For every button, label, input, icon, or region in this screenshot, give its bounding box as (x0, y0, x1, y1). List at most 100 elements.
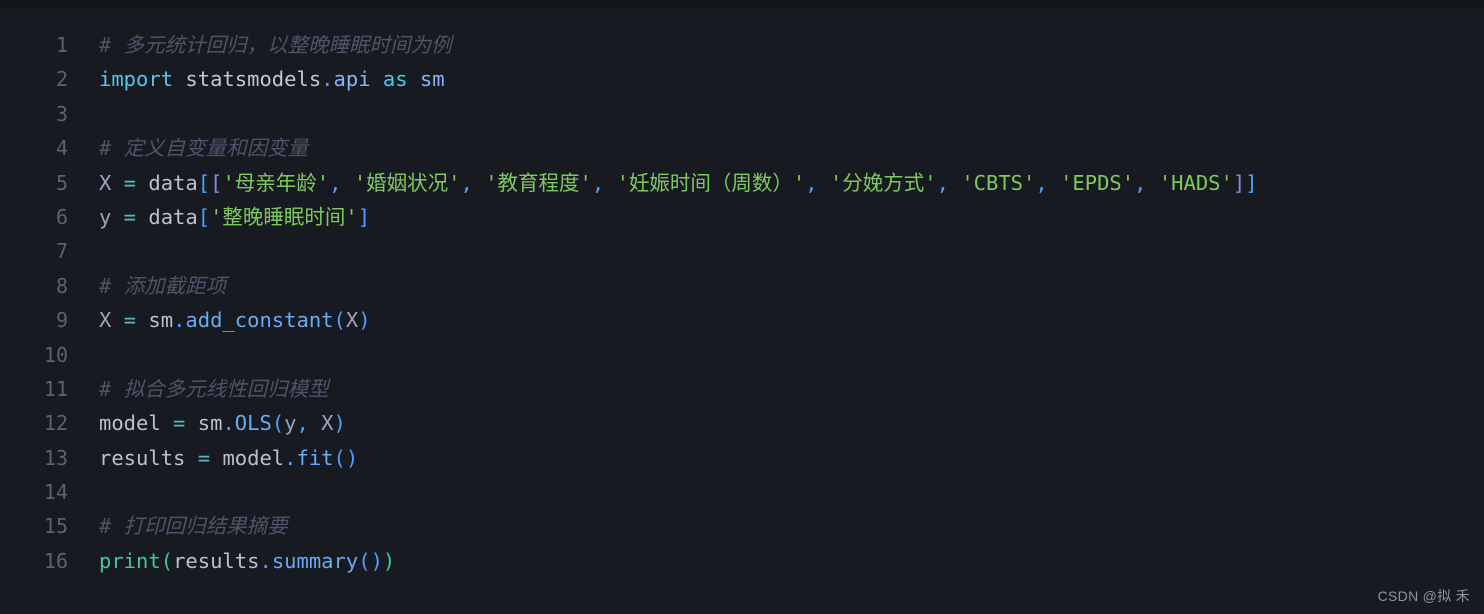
token-bracket-close-1: ] (357, 204, 371, 229)
line-text[interactable]: X = data[['母亲年龄', '婚姻状况', '教育程度', '妊娠时间（… (68, 166, 1484, 200)
token-argument-x: X (345, 308, 359, 333)
token-string: 'HADS' (1158, 170, 1233, 195)
token-dot: . (222, 411, 235, 436)
line-text[interactable]: # 打印回归结果摘要 (68, 509, 1484, 543)
line-number: 9 (55, 308, 68, 333)
line-text[interactable]: results = model.fit() (68, 441, 1484, 475)
token-string: '母亲年龄' (222, 170, 330, 195)
token-comma: , (936, 170, 949, 195)
token-comma: , (329, 170, 342, 195)
code-line[interactable]: 2 import statsmodels.api as sm (0, 62, 1484, 96)
token-variable-model: model (99, 411, 161, 436)
line-number: 6 (55, 204, 68, 229)
csdn-watermark: CSDN @拟 禾 (1377, 588, 1470, 604)
token-comment: # 多元统计回归，以整晚睡眠时间为例 (99, 33, 452, 57)
line-number: 3 (55, 101, 68, 126)
line-number: 10 (43, 342, 68, 367)
code-line[interactable]: 7 (0, 234, 1484, 268)
token-paren-close: ) (358, 308, 371, 333)
token-function-add-constant: add_constant (185, 308, 334, 333)
token-variable-x: X (99, 170, 112, 195)
token-paren-close: ) (345, 445, 359, 470)
code-line[interactable]: 1 # 多元统计回归，以整晚睡眠时间为例 (0, 28, 1484, 62)
token-identifier-data: data (148, 204, 198, 229)
token-paren-open-inner: ( (358, 548, 371, 573)
token-paren-close-inner: ) (370, 548, 383, 573)
token-string: 'CBTS' (961, 170, 1036, 195)
code-line[interactable]: 4 # 定义自变量和因变量 (0, 131, 1484, 165)
token-bracket-close-2: ] (1232, 170, 1246, 195)
token-bracket-open-1: [ (197, 170, 211, 195)
token-comment: # 拟合多元线性回归模型 (99, 376, 329, 401)
token-module-name: statsmodels (173, 67, 322, 92)
token-comma: , (296, 411, 309, 436)
code-line[interactable]: 11 # 拟合多元线性回归模型 (0, 372, 1484, 406)
token-string: 'EPDS' (1060, 170, 1135, 195)
line-text[interactable]: print(results.summary()) (68, 544, 1484, 578)
line-number: 16 (43, 548, 68, 573)
line-number: 13 (43, 445, 68, 470)
token-variable-y: y (99, 204, 112, 229)
line-number: 12 (43, 411, 68, 436)
token-paren-open: ( (333, 445, 346, 470)
line-text[interactable]: y = data['整晚睡眠时间'] (68, 200, 1484, 234)
token-string: '婚姻状况' (353, 170, 461, 195)
line-text[interactable]: X = sm.add_constant(X) (68, 303, 1484, 337)
line-number: 1 (55, 33, 68, 57)
token-bracket-close-1: ] (1245, 170, 1258, 195)
code-editor: 1 # 多元统计回归，以整晚睡眠时间为例 2 import statsmodel… (0, 0, 1484, 614)
token-paren-open: ( (333, 308, 346, 333)
token-string: '整晚睡眠时间' (210, 204, 358, 229)
token-identifier-model: model (222, 445, 285, 470)
line-number: 2 (55, 67, 68, 92)
line-text[interactable]: # 拟合多元线性回归模型 (68, 372, 1484, 406)
line-text[interactable]: # 添加截距项 (68, 269, 1484, 303)
token-keyword-as: as (370, 67, 420, 92)
token-variable-results: results (99, 445, 186, 470)
token-dot: . (321, 67, 334, 92)
token-comment: # 打印回归结果摘要 (99, 514, 288, 539)
token-comma: , (591, 170, 605, 195)
token-identifier-data: data (148, 170, 198, 195)
token-string: '教育程度' (485, 170, 592, 195)
token-argument-x: X (308, 411, 334, 436)
code-line[interactable]: 8 # 添加截距项 (0, 269, 1484, 303)
code-line[interactable]: 5 X = data[['母亲年龄', '婚姻状况', '教育程度', '妊娠时… (0, 166, 1484, 200)
token-assign: = (111, 170, 149, 195)
token-comment: # 定义自变量和因变量 (99, 136, 309, 161)
token-bracket-open-1: [ (197, 204, 211, 229)
token-variable-x: X (99, 308, 112, 333)
line-text[interactable]: # 定义自变量和因变量 (68, 131, 1484, 165)
token-function-summary: summary (271, 548, 359, 573)
token-submodule: api (333, 67, 371, 92)
line-text[interactable]: # 多元统计回归，以整晚睡眠时间为例 (68, 28, 1484, 62)
line-number: 14 (43, 480, 68, 505)
code-line[interactable]: 16 print(results.summary()) (0, 544, 1484, 578)
code-line[interactable]: 12 model = sm.OLS(y, X) (0, 406, 1484, 440)
line-text[interactable]: model = sm.OLS(y, X) (68, 406, 1484, 440)
code-line[interactable]: 3 (0, 97, 1484, 131)
token-builtin-print: print (99, 548, 161, 573)
code-line[interactable]: 15 # 打印回归结果摘要 (0, 509, 1484, 543)
token-identifier-sm: sm (197, 411, 223, 436)
token-comma: , (1035, 170, 1048, 195)
line-number: 11 (43, 376, 68, 401)
token-function-fit: fit (296, 445, 334, 470)
code-content-area[interactable]: 1 # 多元统计回归，以整晚睡眠时间为例 2 import statsmodel… (0, 7, 1484, 614)
token-comma: , (1134, 170, 1147, 195)
line-number: 4 (55, 136, 68, 161)
token-string: '分娩方式' (829, 170, 937, 195)
token-paren-close: ) (333, 411, 346, 436)
code-line[interactable]: 14 (0, 475, 1484, 509)
code-line[interactable]: 10 (0, 338, 1484, 372)
token-identifier-results: results (173, 548, 260, 573)
line-number: 5 (55, 170, 68, 195)
line-text[interactable]: import statsmodels.api as sm (68, 62, 1484, 96)
code-line[interactable]: 13 results = model.fit() (0, 441, 1484, 475)
token-assign: = (185, 445, 223, 470)
token-assign: = (111, 308, 149, 333)
token-paren-open-outer: ( (160, 548, 174, 573)
code-line[interactable]: 6 y = data['整晚睡眠时间'] (0, 200, 1484, 234)
token-bracket-open-2: [ (210, 170, 223, 195)
code-line[interactable]: 9 X = sm.add_constant(X) (0, 303, 1484, 337)
